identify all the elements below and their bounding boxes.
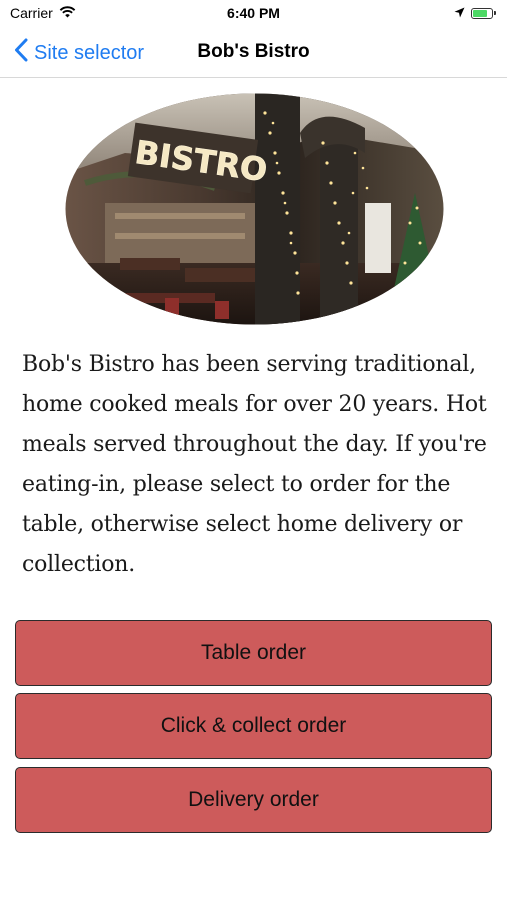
restaurant-description: Bob's Bistro has been serving traditiona… xyxy=(22,352,487,577)
page-title: Bob's Bistro xyxy=(197,41,310,62)
battery-level-fill xyxy=(473,9,488,17)
click-collect-order-button[interactable]: Click & collect order xyxy=(15,693,492,759)
location-arrow-icon xyxy=(454,5,465,21)
status-right-group xyxy=(454,5,496,21)
table-order-button[interactable]: Table order xyxy=(15,620,492,686)
status-bar: Carrier 6:40 PM xyxy=(0,0,507,28)
delivery-order-button[interactable]: Delivery order xyxy=(15,767,492,833)
battery-icon xyxy=(471,7,496,19)
app-screen: Carrier 6:40 PM Site selector Bob's Bist… xyxy=(0,0,507,900)
restaurant-photo: BISTRO xyxy=(65,93,444,325)
status-time: 6:40 PM xyxy=(227,5,280,21)
navigation-bar: Site selector Bob's Bistro xyxy=(0,28,507,78)
